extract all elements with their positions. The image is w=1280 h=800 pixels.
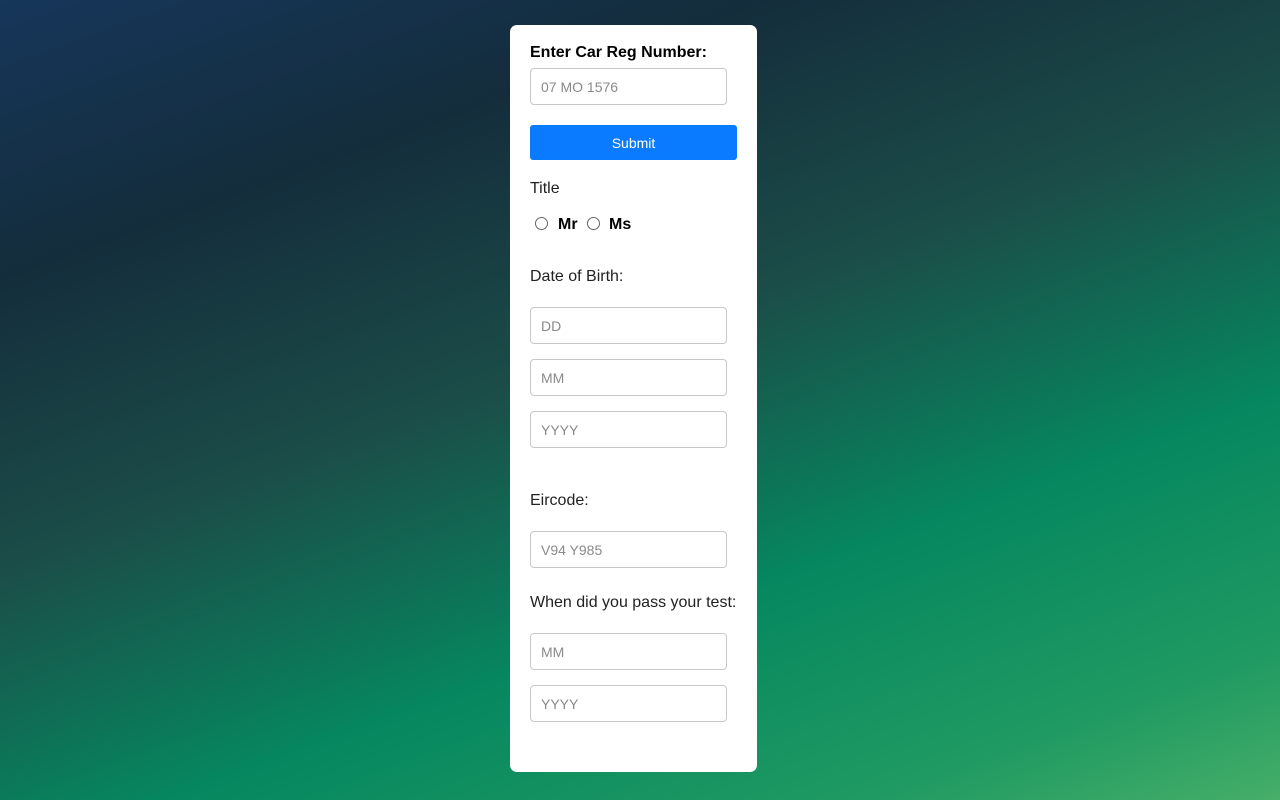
- dob-year-input[interactable]: [530, 411, 727, 448]
- form-card: Enter Car Reg Number: Submit Title Mr Ms…: [510, 25, 757, 772]
- test-year-input[interactable]: [530, 685, 727, 722]
- dob-label: Date of Birth:: [530, 268, 624, 285]
- test-pass-label: When did you pass your test:: [530, 594, 737, 611]
- title-ms-radio[interactable]: [587, 217, 600, 230]
- reg-number-label: Enter Car Reg Number:: [530, 44, 707, 61]
- title-ms-label[interactable]: Ms: [609, 216, 631, 234]
- eircode-label: Eircode:: [530, 492, 589, 509]
- test-month-input[interactable]: [530, 633, 727, 670]
- reg-number-input[interactable]: [530, 68, 727, 105]
- dob-month-input[interactable]: [530, 359, 727, 396]
- eircode-input[interactable]: [530, 531, 727, 568]
- title-label: Title: [530, 180, 560, 197]
- title-mr-radio[interactable]: [535, 217, 548, 230]
- title-mr-label[interactable]: Mr: [558, 216, 578, 234]
- submit-button[interactable]: Submit: [530, 125, 737, 160]
- dob-day-input[interactable]: [530, 307, 727, 344]
